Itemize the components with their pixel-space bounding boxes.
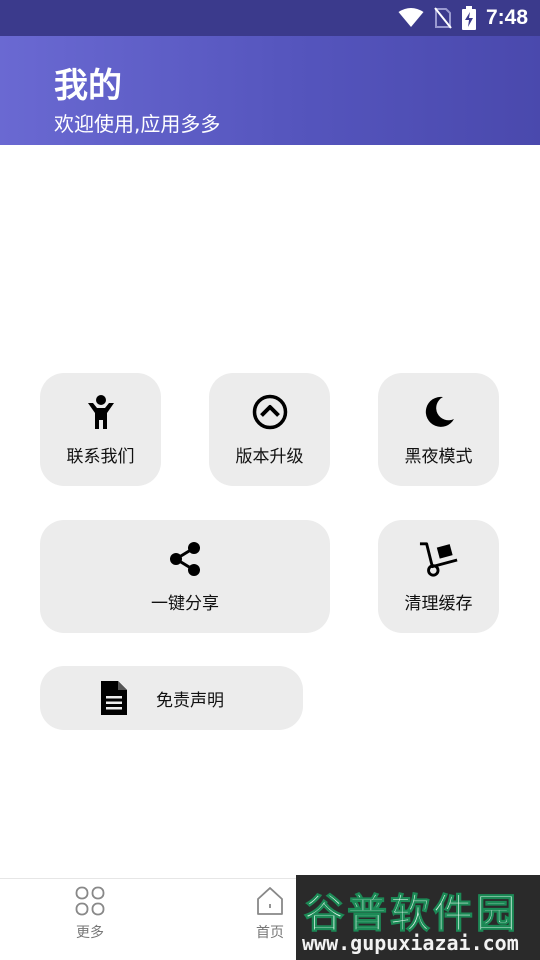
contact-us-button[interactable]: 联系我们 [40,373,161,486]
battery-charging-icon [461,6,476,30]
nav-label-home: 首页 [256,925,284,941]
hand-truck-icon [419,539,459,579]
nav-item-more[interactable]: 更多 [40,879,140,960]
arrow-up-circle-icon [250,392,290,432]
share-icon [165,539,205,579]
moon-icon [419,392,459,432]
version-upgrade-button[interactable]: 版本升级 [209,373,330,486]
share-label: 一键分享 [151,594,219,614]
wifi-icon [398,8,424,27]
grid-icon [75,885,105,917]
contact-us-label: 联系我们 [66,447,135,467]
dark-mode-button[interactable]: 黑夜模式 [378,373,499,486]
nav-label-more: 更多 [76,925,104,941]
status-time: 7:48 [485,6,528,29]
disclaimer-label: 免责声明 [156,690,224,711]
clear-cache-button[interactable]: 清理缓存 [378,520,499,633]
watermark-url: www.gupuxiazai.com [302,931,519,955]
document-icon [94,678,134,718]
version-upgrade-label: 版本升级 [235,447,304,467]
no-sim-icon [434,7,452,29]
status-bar: 7:48 [0,0,540,36]
clear-cache-label: 清理缓存 [404,594,473,614]
page-subtitle: 欢迎使用,应用多多 [54,112,221,136]
home-icon [255,885,285,917]
watermark-logo: 谷普软件园 www.gupuxiazai.com [296,875,540,960]
header: 我的 欢迎使用,应用多多 [0,36,540,145]
dark-mode-label: 黑夜模式 [404,447,473,467]
disclaimer-button[interactable]: 免责声明 [40,666,303,730]
person-icon [81,392,121,432]
page-title: 我的 [54,66,122,106]
share-button[interactable]: 一键分享 [40,520,330,633]
